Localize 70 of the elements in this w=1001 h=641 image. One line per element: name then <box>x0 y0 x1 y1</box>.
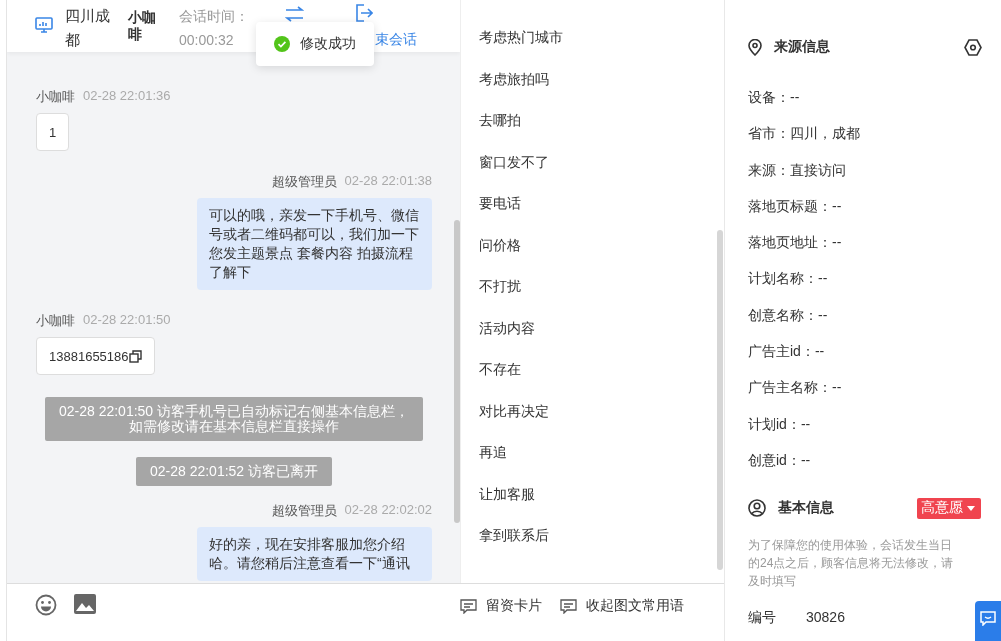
phrase-item[interactable]: 再追 <box>461 432 724 474</box>
chat-icon <box>980 611 996 626</box>
end-session-button[interactable]: 束会话 <box>375 30 417 48</box>
duration-value: 00:00:32 <box>179 31 235 50</box>
message-time: 02-28 22:01:38 <box>344 173 432 190</box>
notice-line: 02-28 22:01:52 访客已离开 <box>149 464 319 479</box>
source-field: 创意id：-- <box>748 441 981 479</box>
phrase-item[interactable]: 考虑旅拍吗 <box>461 58 724 100</box>
duration-label: 会话时间： <box>179 7 249 26</box>
sender-name: 小咖啡 <box>36 312 75 330</box>
source-field: 落地页地址：-- <box>748 224 981 261</box>
monitor-icon <box>35 17 53 34</box>
exit-icon[interactable] <box>355 4 373 22</box>
intent-dropdown[interactable]: 高意愿 <box>917 497 981 519</box>
sender-name: 超级管理员 <box>271 502 337 520</box>
source-field: 计划id：-- <box>748 405 981 442</box>
notice-line: 02-28 22:01:50 访客手机号已自动标记右侧基本信息栏， <box>58 404 410 419</box>
message-bubble: 可以的哦，亲发一下手机号、微信号或者二维码都可以，我们加一下您发主题景点 套餐内容 拍摄流程了解下 <box>197 198 432 290</box>
toolbar-button[interactable]: 留资卡片 <box>460 596 542 616</box>
source-field: 创意名称：-- <box>748 296 981 334</box>
source-field: 计划名称：-- <box>748 260 981 297</box>
image-icon[interactable] <box>74 594 96 614</box>
scrollbar[interactable] <box>454 220 460 523</box>
message-time: 02-28 22:01:36 <box>83 88 171 105</box>
source-field: 省市：四川，成都 <box>748 115 981 152</box>
phrase-item[interactable]: 不打扰 <box>461 266 724 308</box>
phrase-item[interactable]: 让加客服 <box>461 473 724 515</box>
transfer-icon[interactable] <box>285 6 304 22</box>
source-field: 广告主名称：-- <box>748 369 981 406</box>
comment-icon <box>460 598 477 614</box>
notice-text: 为了保障您的使用体验，会话发生当日的24点之后，顾客信息将无法修改，请及时填写 <box>748 537 955 591</box>
phrase-item[interactable]: 对比再决定 <box>461 390 724 432</box>
emoji-icon[interactable] <box>35 594 57 616</box>
phrase-item[interactable]: 活动内容 <box>461 307 724 349</box>
phrase-item[interactable]: 窗口发不了 <box>461 141 724 183</box>
phrase-item[interactable]: 拿到联系后 <box>461 515 724 557</box>
phrase-item[interactable]: 考虑热门城市 <box>461 17 724 59</box>
source-field: 落地页标题：-- <box>748 187 981 225</box>
message-time: 02-28 22:01:50 <box>83 312 171 329</box>
section-title: 基本信息 <box>778 499 834 518</box>
copy-icon[interactable] <box>128 349 142 363</box>
message-text: 1 <box>49 124 57 140</box>
message-bubble: 好的亲，现在安排客服加您介绍哈。请您稍后注意查看一下“通讯 <box>197 527 432 581</box>
visitor-location: 四川成都 <box>65 6 111 50</box>
section-title: 来源信息 <box>774 38 830 56</box>
toast-text: 修改成功 <box>300 35 356 53</box>
message-text: 13881655186 <box>49 348 129 364</box>
phrase-item[interactable]: 问价格 <box>461 224 724 266</box>
visitor-name: 小咖啡 <box>128 9 157 43</box>
toolbar-button[interactable]: 收起图文常用语 <box>560 596 684 616</box>
message-time: 02-28 22:02:02 <box>344 502 432 519</box>
caret-icon <box>967 505 975 511</box>
check-icon <box>274 36 290 52</box>
source-field: 设备：-- <box>748 79 981 116</box>
sender-name: 超级管理员 <box>271 173 337 191</box>
sender-name: 小咖啡 <box>36 88 75 106</box>
comment-icon <box>560 598 577 614</box>
source-field: 广告主id：-- <box>748 333 981 370</box>
field-value: 30826 <box>806 609 845 628</box>
chat-float-button[interactable] <box>975 601 1001 641</box>
location-pin-icon <box>748 38 762 56</box>
field-label: 编号 <box>748 609 777 628</box>
source-field: 来源：直接访问 <box>748 151 981 188</box>
scrollbar[interactable] <box>717 230 723 570</box>
settings-icon[interactable] <box>964 38 982 56</box>
notice-line: 如需修改请在基本信息栏直接操作 <box>129 419 339 434</box>
user-icon <box>748 499 766 518</box>
phrase-item[interactable]: 不存在 <box>461 349 724 391</box>
phrase-item[interactable]: 要电话 <box>461 183 724 225</box>
phrase-item[interactable]: 去哪拍 <box>461 100 724 142</box>
